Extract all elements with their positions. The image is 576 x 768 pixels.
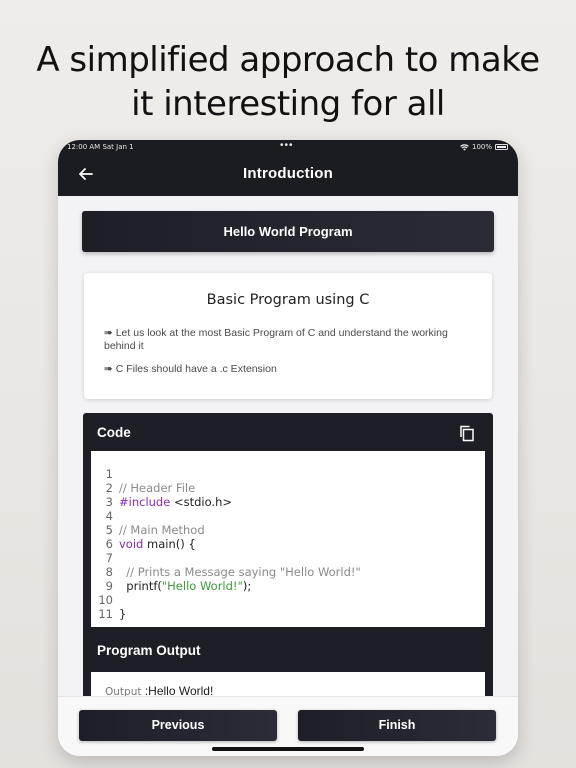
promo-headline: A simplified approach to make it interes… — [0, 38, 576, 126]
output-heading: Program Output — [97, 643, 201, 658]
status-right: 100% — [460, 143, 508, 151]
info-card-title: Basic Program using C — [206, 292, 370, 308]
code-line: 11} — [98, 607, 127, 621]
bottom-navigation: Previous Finish — [58, 696, 518, 756]
battery-icon — [495, 144, 508, 150]
code-heading: Code — [97, 425, 131, 440]
wifi-icon — [460, 143, 469, 151]
app-header: 12:00 AM Sat Jan 1 ••• 100% Introduction — [58, 140, 518, 196]
multitask-dots[interactable]: ••• — [280, 140, 294, 151]
info-bullet-1: ➠ Let us look at the most Basic Program … — [104, 327, 448, 352]
code-line: 3 #include <stdio.h> — [105, 495, 233, 509]
code-line: 2// Header File — [105, 481, 196, 495]
home-indicator[interactable] — [212, 747, 364, 751]
copy-button[interactable] — [459, 425, 477, 443]
finish-button[interactable]: Finish — [298, 710, 496, 741]
code-line: 6 void main() { — [105, 537, 196, 551]
lesson-title-button[interactable]: Hello World Program — [82, 211, 494, 252]
battery-percent: 100% — [471, 143, 492, 151]
tablet-screen: 12:00 AM Sat Jan 1 ••• 100% Introduction… — [58, 140, 518, 756]
code-line: 8 // Prints a Message saying "Hello Worl… — [105, 565, 361, 579]
previous-button[interactable]: Previous — [79, 710, 277, 741]
code-line: 1 — [105, 467, 113, 481]
code-line: 5// Main Method — [105, 523, 205, 537]
info-card: Basic Program using C ➠ Let us look at t… — [84, 273, 492, 399]
status-bar: 12:00 AM Sat Jan 1 ••• 100% — [58, 140, 518, 154]
code-editor: 1 2// Header File 3 #include <stdio.h> 4 … — [91, 451, 485, 627]
page-title: Introduction — [243, 165, 333, 182]
info-bullet-2: ➠ C Files should have a .c Extension — [104, 363, 277, 375]
code-line: 9 printf("Hello World!"); — [105, 579, 252, 593]
code-line: 7 — [105, 551, 113, 565]
lesson-content[interactable]: Hello World Program Basic Program using … — [58, 196, 518, 756]
code-line: 10 — [98, 593, 113, 607]
code-line: 4 — [105, 509, 113, 523]
copy-icon — [460, 425, 474, 442]
headline-line-1: A simplified approach to make — [36, 40, 540, 80]
status-time: 12:00 AM Sat Jan 1 — [67, 143, 134, 151]
headline-line-2: it interesting for all — [131, 84, 445, 124]
